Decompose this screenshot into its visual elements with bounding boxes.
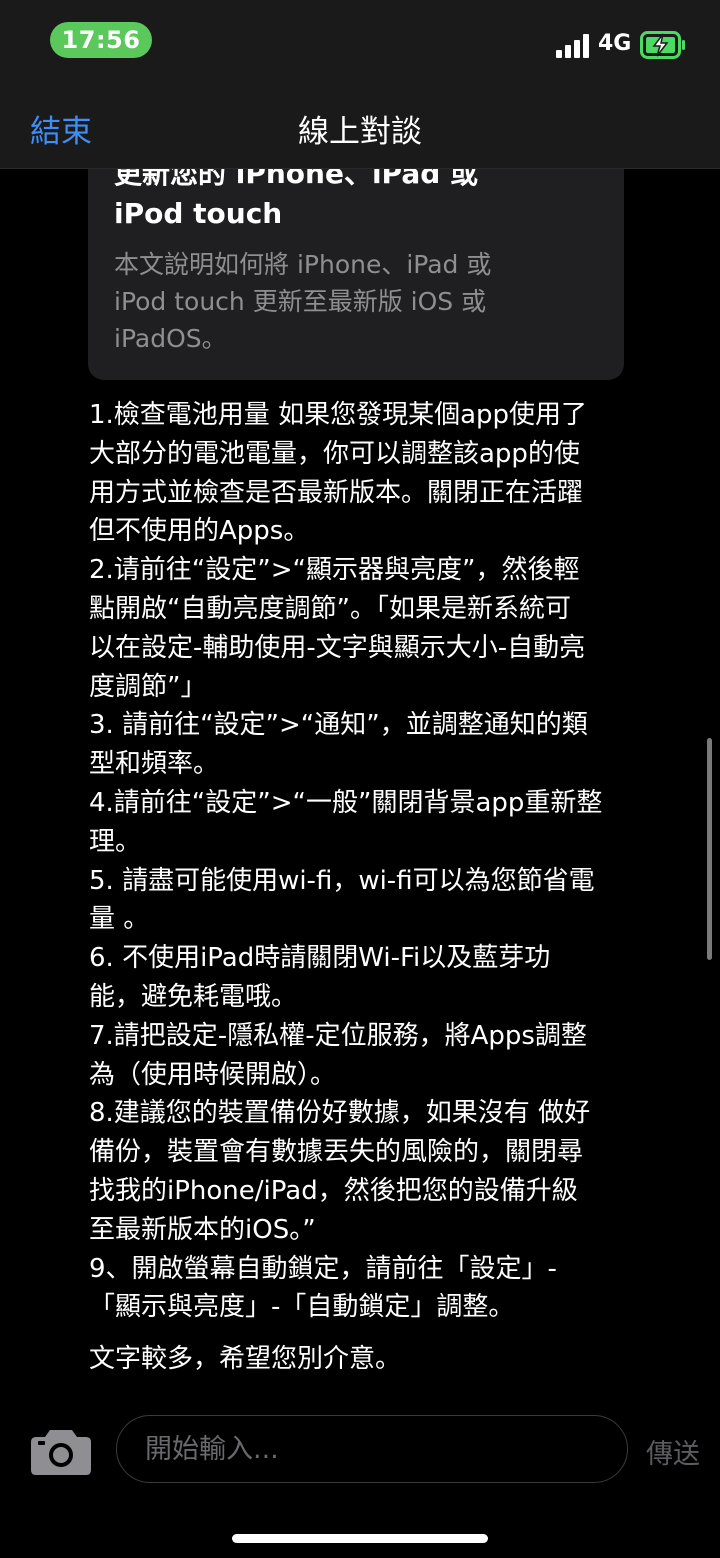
chat-transcript[interactable]: 更新您的 iPhone、iPad 或 iPod touch 本文說明如何將 iP…: [0, 168, 720, 1400]
agent-message-line: 備份，裝置會有數據丟失的風險的，關閉尋: [89, 1137, 584, 1168]
article-title-line: 更新您的 iPhone、iPad 或: [114, 168, 479, 190]
article-title: 更新您的 iPhone、iPad 或 iPod touch: [114, 168, 594, 234]
composer: 傳送: [0, 1400, 720, 1558]
page-title: 線上對談: [298, 114, 422, 150]
followup-message: 文字較多，希望您別介意。: [89, 1344, 402, 1374]
nav-bar: 結束 線上對談: [0, 90, 720, 169]
agent-message-line: 9、開啟螢幕自動鎖定，請前往「設定」-: [89, 1253, 557, 1284]
agent-message: 1.檢查電池用量 如果您發現某個app使用了 大部分的電池電量，你可以調整該app…: [89, 396, 689, 1327]
agent-message-line: 型和頻率。: [89, 749, 220, 780]
status-time: 17:56: [50, 22, 152, 58]
status-bar: 17:56 4G: [0, 0, 720, 90]
agent-message-line: 能，避免耗電哦。: [89, 981, 298, 1012]
agent-message-line: 大部分的電池電量，你可以調整該app的使: [89, 438, 580, 469]
article-description-line: iPod touch 更新至最新版 iOS 或: [114, 287, 487, 316]
camera-icon[interactable]: [30, 1426, 92, 1476]
home-indicator: [232, 1534, 488, 1543]
battery-charging-icon: [640, 31, 685, 59]
agent-message-line: 8.建議您的裝置備份好數據，如果沒有 做好: [89, 1098, 591, 1129]
agent-message-line: 至最新版本的iOS。”: [89, 1214, 316, 1245]
scroll-indicator[interactable]: [707, 738, 712, 960]
agent-message-line: 「顯示與亮度」-「自動鎖定」調整。: [89, 1292, 515, 1323]
agent-message-line: 度調節”」: [89, 671, 207, 702]
agent-message-line: 點開啟“自動亮度調節”。「如果是新系統可: [89, 593, 571, 624]
agent-message-line: 理。: [89, 826, 142, 857]
message-input[interactable]: [116, 1415, 628, 1483]
network-type: 4G: [598, 31, 632, 56]
article-description-line: iPadOS。: [114, 324, 227, 353]
article-title-line: iPod touch: [114, 197, 283, 230]
agent-message-line: 5. 請盡可能使用wi-fi，wi-fi可以為您節省電: [89, 865, 595, 896]
agent-message-line: 7.請把設定-隱私權-定位服務，將Apps調整: [89, 1020, 587, 1051]
agent-message-line: 3. 請前往“設定”>“通知”，並調整通知的類: [89, 710, 588, 741]
agent-message-line: 2.请前往“設定”>“顯示器與亮度”，然後輕: [89, 555, 580, 586]
agent-message-line: 4.請前往“設定”>“一般”關閉背景app重新整: [89, 787, 603, 818]
article-description-line: 本文說明如何將 iPhone、iPad 或: [114, 250, 492, 279]
agent-message-line: 6. 不使用iPad時請關閉Wi-Fi以及藍芽功: [89, 943, 551, 974]
agent-message-line: 量 。: [89, 904, 150, 935]
agent-message-line: 找我的iPhone/iPad，然後把您的設備升級: [89, 1175, 578, 1206]
agent-message-line: 1.檢查電池用量 如果您發現某個app使用了: [89, 400, 588, 430]
article-link-card[interactable]: 更新您的 iPhone、iPad 或 iPod touch 本文說明如何將 iP…: [88, 168, 624, 380]
signal-icon: [556, 34, 589, 58]
agent-message-line: 用方式並檢查是否最新版本。關閉正在活躍: [89, 477, 584, 508]
agent-message-line: 但不使用的Apps。: [89, 516, 310, 547]
article-description: 本文說明如何將 iPhone、iPad 或 iPod touch 更新至最新版 …: [114, 246, 554, 357]
send-button[interactable]: 傳送: [646, 1432, 700, 1471]
agent-message-line: 為（使用時候開啟）。: [89, 1059, 337, 1090]
agent-message-line: 以在設定-輔助使用-文字與顯示大小-自動亮: [89, 632, 586, 663]
